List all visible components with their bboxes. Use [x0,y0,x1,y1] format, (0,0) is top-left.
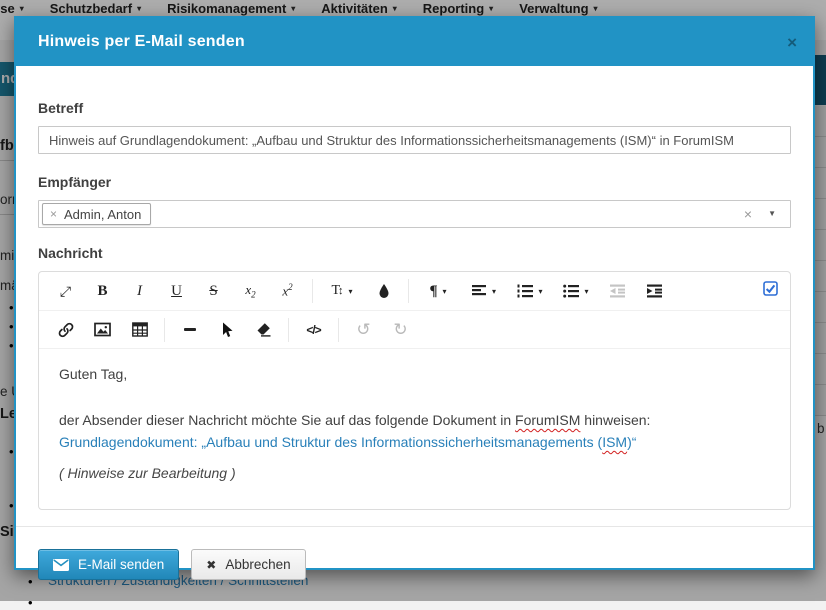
recipient-tag-label: Admin, Anton [64,207,141,222]
document-link[interactable]: Grundlagendokument: „Aufbau und Struktur… [59,434,636,450]
message-content-editable[interactable]: Guten Tag, der Absender dieser Nachricht… [39,349,790,509]
dialog-header: Hinweis per E-Mail senden × [16,18,813,66]
dropdown-caret-icon[interactable]: ▼ [768,210,776,218]
toolbar-separator [338,318,339,342]
image-icon[interactable] [84,316,121,344]
toolbar-separator [288,318,289,342]
superscript-icon[interactable]: x2 [269,277,306,305]
subscript-icon[interactable]: x2 [232,277,269,305]
cancel-label: Abbrechen [225,557,290,572]
fullscreen-icon[interactable]: ⤢ [47,277,84,305]
chevron-down-icon: ▾ [349,287,353,296]
unordered-list-icon[interactable]: ▾ [553,277,599,305]
chevron-down-icon: ▾ [492,287,496,296]
table-icon[interactable] [121,316,158,344]
checked-checkbox-icon[interactable] [763,281,778,296]
editor-toolbar-row1: ⤢ B I U S x2 x2 T↕ ▾ ¶ ▾ [39,272,790,311]
empfaenger-label: Empfänger [38,174,791,190]
richtext-editor: ⤢ B I U S x2 x2 T↕ ▾ ¶ ▾ [38,271,791,510]
close-icon[interactable]: × [787,34,797,51]
bold-icon[interactable]: B [84,277,121,305]
ordered-list-icon[interactable]: ▾ [507,277,553,305]
italic-icon[interactable]: I [121,277,158,305]
toolbar-separator [312,279,313,303]
font-size-icon[interactable]: T↕ ▾ [319,277,365,305]
strikethrough-icon[interactable]: S [195,277,232,305]
spellcheck-word: ISM [602,434,627,450]
redo-icon[interactable]: ↻ [382,316,419,344]
underline-icon[interactable]: U [158,277,195,305]
recipient-tag[interactable]: × Admin, Anton [42,203,151,225]
nachricht-label: Nachricht [38,245,791,261]
select-cursor-icon[interactable] [208,316,245,344]
indent-icon[interactable] [636,277,673,305]
message-note: ( Hinweise zur Bearbeitung ) [59,462,770,484]
email-hint-dialog: Hinweis per E-Mail senden × Betreff Empf… [14,16,815,570]
toolbar-separator [408,279,409,303]
chevron-down-icon: ▾ [443,287,447,296]
dialog-title: Hinweis per E-Mail senden [38,33,245,51]
send-email-label: E-Mail senden [78,557,164,572]
link-icon[interactable] [47,316,84,344]
eraser-icon[interactable] [245,316,282,344]
cancel-button[interactable]: ✖ Abbrechen [191,549,305,580]
text-color-icon[interactable] [365,277,402,305]
message-body: der Absender dieser Nachricht möchte Sie… [59,409,770,453]
outdent-icon[interactable] [599,277,636,305]
remove-tag-icon[interactable]: × [50,208,57,220]
send-email-button[interactable]: E-Mail senden [38,549,179,580]
chevron-down-icon: ▾ [584,287,588,296]
message-greeting: Guten Tag, [59,363,770,385]
paragraph-format-icon[interactable]: ¶ ▾ [415,277,461,305]
code-view-icon[interactable]: </> [295,316,332,344]
clear-selection-icon[interactable]: × [744,207,752,221]
chevron-down-icon: ▾ [538,287,542,296]
spellcheck-word: ForumISM [515,412,580,428]
recipient-select[interactable]: × Admin, Anton × ▼ [38,200,791,228]
dialog-footer: E-Mail senden ✖ Abbrechen [16,526,813,580]
betreff-label: Betreff [38,100,791,116]
editor-toolbar-row2: </> ↺ ↻ [39,311,790,349]
betreff-input[interactable] [38,126,791,154]
cancel-x-icon: ✖ [206,558,216,572]
align-icon[interactable]: ▾ [461,277,507,305]
envelope-icon [53,559,69,571]
horizontal-rule-icon[interactable] [171,316,208,344]
undo-icon[interactable]: ↺ [345,316,382,344]
toolbar-separator [164,318,165,342]
dialog-body: Betreff Empfänger × Admin, Anton × ▼ Nac… [16,66,813,580]
